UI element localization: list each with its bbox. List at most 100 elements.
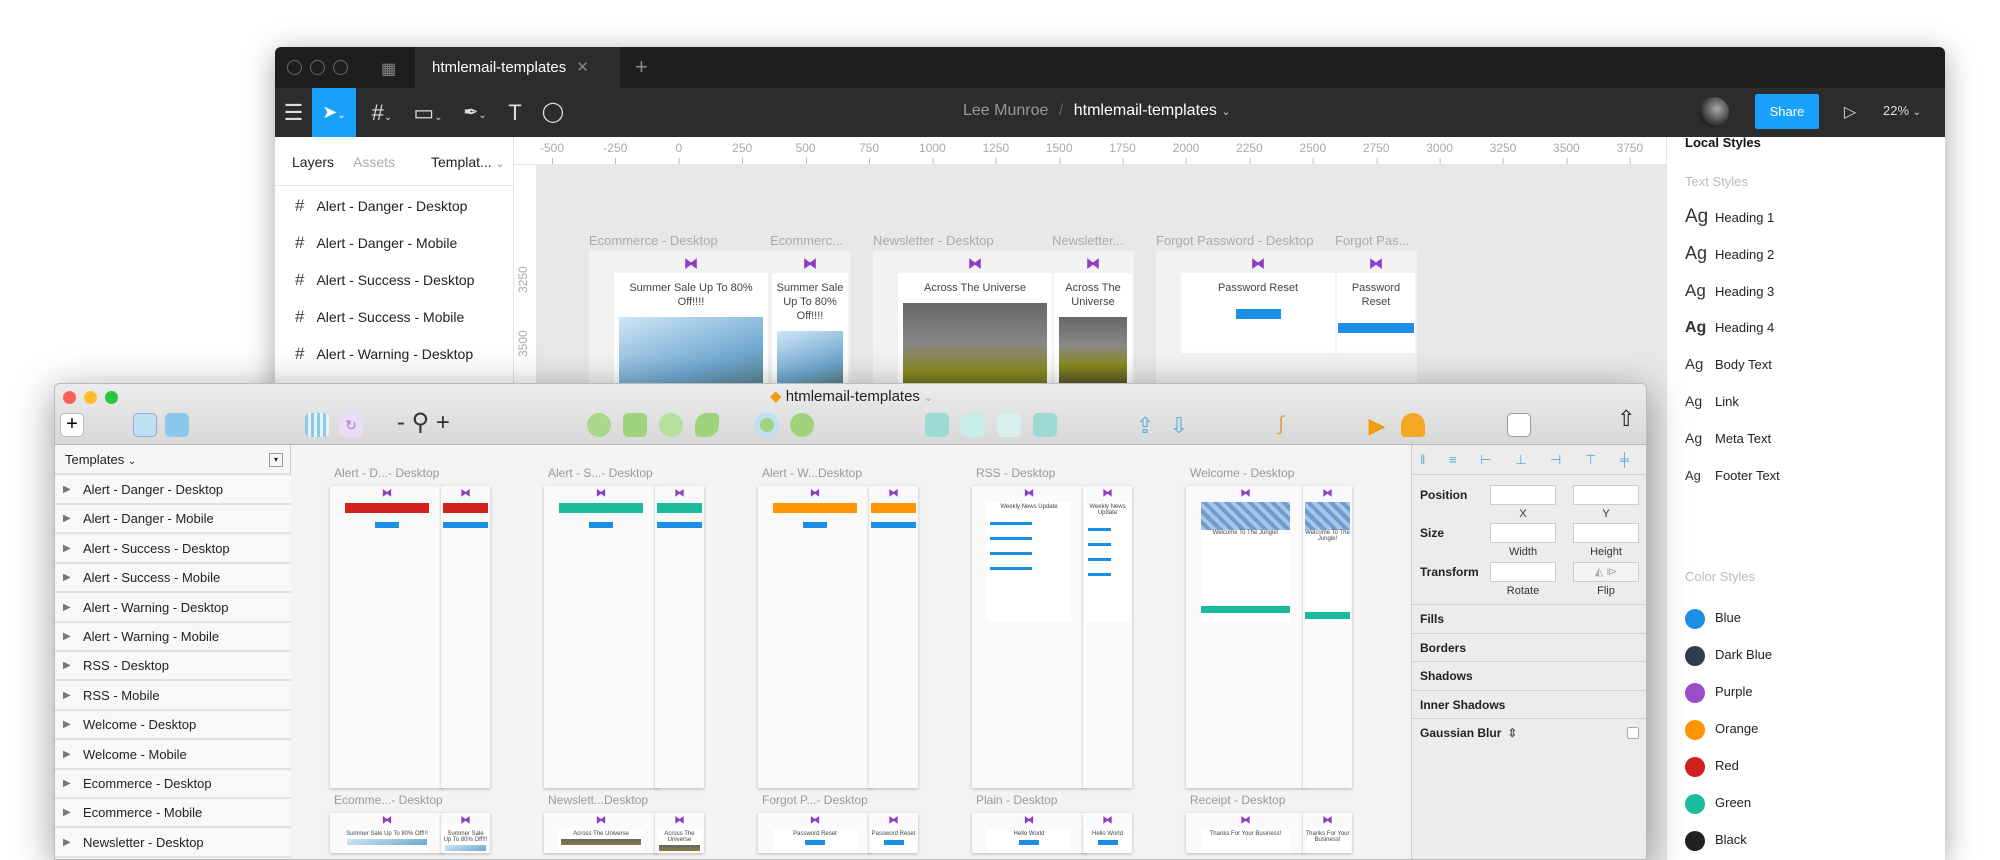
rotate-icon[interactable]	[659, 413, 683, 437]
flatten-icon[interactable]	[695, 413, 719, 437]
gaussian-blur-checkbox[interactable]	[1627, 727, 1639, 739]
file-browser-icon[interactable]: ▦	[381, 59, 396, 79]
new-tab-button[interactable]: +	[635, 54, 648, 80]
text-style-item[interactable]: Ag Body Text	[1685, 346, 1772, 383]
layer-item[interactable]: # Alert - Danger - Mobile	[275, 224, 514, 261]
text-style-item[interactable]: Ag Heading 2	[1685, 235, 1774, 272]
collapse-pages-icon[interactable]: ▾	[269, 453, 283, 467]
style-section[interactable]: Inner Shadows	[1412, 689, 1646, 718]
scale-icon[interactable]	[790, 413, 814, 437]
refresh-icon[interactable]: ↻	[339, 413, 363, 437]
layer-item[interactable]: ▶ Newsletter - Desktop	[55, 828, 291, 858]
group-icon[interactable]	[133, 413, 157, 437]
desktop-artboard[interactable]: ⧓	[330, 486, 444, 788]
layer-item[interactable]: ▶ Alert - Danger - Desktop	[55, 476, 291, 505]
text-tool-icon[interactable]: T	[497, 88, 533, 137]
shape-tool-icon[interactable]: ▭⌄	[406, 88, 450, 137]
artboard-label[interactable]: Newsletter - Desktop	[873, 233, 1077, 248]
transform-icon[interactable]	[623, 413, 647, 437]
alignment-toolbar[interactable]: ‖ ≡ ⊢ ⊥ ⊣ ⊤ ╪ ⊥	[1412, 445, 1646, 475]
position-x-input[interactable]	[1490, 485, 1556, 505]
disclosure-triangle-icon[interactable]: ▶	[63, 682, 71, 709]
mobile-artboard[interactable]: ⧓ Password Reset	[869, 813, 918, 853]
flip-buttons[interactable]: ◭ ⧐	[1573, 562, 1639, 582]
artboard-label[interactable]: Newsletter...	[1052, 233, 1134, 248]
layer-item[interactable]: # Alert - Success - Mobile	[275, 298, 514, 335]
layer-item[interactable]: ▶ Alert - Success - Mobile	[55, 564, 291, 594]
mobile-artboard[interactable]: ⧓ Across The Universe	[655, 813, 704, 853]
mobile-artboard[interactable]: ⧓	[655, 486, 704, 788]
comment-tool-icon[interactable]: ◯	[535, 88, 571, 137]
width-input[interactable]	[1490, 523, 1556, 543]
artboard-label[interactable]: Alert - D...- Desktop	[334, 466, 439, 480]
difference-icon[interactable]	[1033, 413, 1057, 437]
mask-icon[interactable]	[755, 413, 779, 437]
preview-play-icon[interactable]: ▶	[1365, 413, 1389, 438]
mobile-artboard[interactable]: ⧓ Hello World	[1083, 813, 1132, 853]
window-zoom-button[interactable]	[105, 391, 118, 404]
move-tool-button[interactable]: ➤⌄	[312, 88, 356, 137]
artboard-label[interactable]: Forgot P...- Desktop	[762, 793, 868, 807]
close-tab-icon[interactable]: ✕	[576, 59, 589, 76]
layer-item[interactable]: ▶ Alert - Warning - Mobile	[55, 623, 291, 652]
mobile-artboard[interactable]: ⧓ Thanks For Your Business!	[1303, 813, 1352, 853]
disclosure-triangle-icon[interactable]: ▶	[63, 652, 71, 679]
artboard-label[interactable]: Receipt - Desktop	[1190, 793, 1285, 807]
frame-tool-icon[interactable]: #⌄	[360, 88, 404, 137]
artboard-label[interactable]: Forgot Pas...	[1335, 233, 1417, 248]
symbol-icon[interactable]	[305, 413, 329, 437]
desktop-artboard[interactable]: ⧓	[544, 486, 658, 788]
window-close-button[interactable]	[287, 60, 302, 75]
edit-icon[interactable]	[587, 413, 611, 437]
color-style-item[interactable]: Dark Blue	[1685, 636, 1772, 673]
disclosure-triangle-icon[interactable]: ▶	[63, 594, 71, 621]
layer-item[interactable]: ▶ Alert - Danger - Mobile	[55, 505, 291, 535]
subtract-icon[interactable]	[961, 413, 985, 437]
disclosure-triangle-icon[interactable]: ▶	[63, 770, 71, 797]
style-section[interactable]: Gaussian Blur ⇕	[1412, 718, 1646, 746]
zoom-out-icon[interactable]: -	[397, 409, 405, 436]
mobile-artboard[interactable]: ⧓	[441, 486, 490, 788]
menu-icon[interactable]: ☰	[275, 88, 312, 137]
desktop-artboard[interactable]: ⧓ Across The Universe	[544, 813, 658, 853]
desktop-artboard[interactable]: ⧓ Thanks For Your Business!	[1186, 813, 1305, 853]
color-style-item[interactable]: Blue	[1685, 599, 1741, 636]
breadcrumb-owner[interactable]: Lee Munroe	[963, 102, 1048, 119]
user-avatar[interactable]	[1699, 97, 1729, 127]
sketch-canvas[interactable]: Alert - D...- Desktop ⧓ ⧓ Alert - S...- Des…	[291, 445, 1411, 859]
window-minimize-button[interactable]	[84, 391, 97, 404]
insert-button[interactable]: +	[60, 413, 84, 437]
style-section[interactable]: Shadows	[1412, 661, 1646, 689]
layer-item[interactable]: ▶ Alert - Warning - Desktop	[55, 593, 291, 623]
artboard-label[interactable]: Welcome - Desktop	[1190, 466, 1294, 480]
desktop-artboard[interactable]: ⧓ Summer Sale Up To 80% Off!!!	[330, 813, 444, 853]
layer-item[interactable]: ▶ Ecommerce - Desktop	[55, 770, 291, 799]
mobile-artboard[interactable]: ⧓ Welcome To The Jungle!	[1303, 486, 1352, 788]
layer-item[interactable]: ▶ Welcome - Desktop	[55, 711, 291, 741]
disclosure-triangle-icon[interactable]: ▶	[63, 476, 71, 503]
breadcrumb-file[interactable]: htmlemail-templates	[1074, 102, 1217, 119]
text-style-item[interactable]: Ag Link	[1685, 383, 1739, 420]
artboard-label[interactable]: Ecommerce - Desktop	[589, 233, 793, 248]
layer-item[interactable]: ▶ Welcome - Mobile	[55, 740, 291, 770]
window-minimize-button[interactable]	[310, 60, 325, 75]
stepper-icon[interactable]: ⇕	[1507, 726, 1517, 740]
intersect-icon[interactable]	[997, 413, 1021, 437]
disclosure-triangle-icon[interactable]: ▶	[63, 505, 71, 532]
artboard-label[interactable]: Newslett...Desktop	[548, 793, 648, 807]
zoom-dropdown[interactable]: 22% ⌄	[1883, 103, 1921, 118]
desktop-artboard[interactable]: ⧓	[758, 486, 872, 788]
artboard-label[interactable]: Plain - Desktop	[976, 793, 1057, 807]
layer-item[interactable]: # Alert - Success - Desktop	[275, 261, 514, 298]
artboard-label[interactable]: Ecommerc...	[770, 233, 850, 248]
backward-icon[interactable]: ⇩	[1167, 413, 1191, 438]
position-y-input[interactable]	[1573, 485, 1639, 505]
pen-tool-icon[interactable]: ✒⌄	[453, 88, 497, 137]
export-icon[interactable]: ⇧	[1617, 406, 1635, 432]
layer-item[interactable]: ▶ Ecommerce - Mobile	[55, 799, 291, 829]
disclosure-triangle-icon[interactable]: ▶	[63, 799, 71, 826]
text-style-item[interactable]: Ag Heading 3	[1685, 272, 1774, 309]
zoom-controls[interactable]: - ⚲ +	[397, 408, 450, 437]
present-play-icon[interactable]: ▷	[1835, 88, 1865, 137]
disclosure-triangle-icon[interactable]: ▶	[63, 829, 71, 856]
